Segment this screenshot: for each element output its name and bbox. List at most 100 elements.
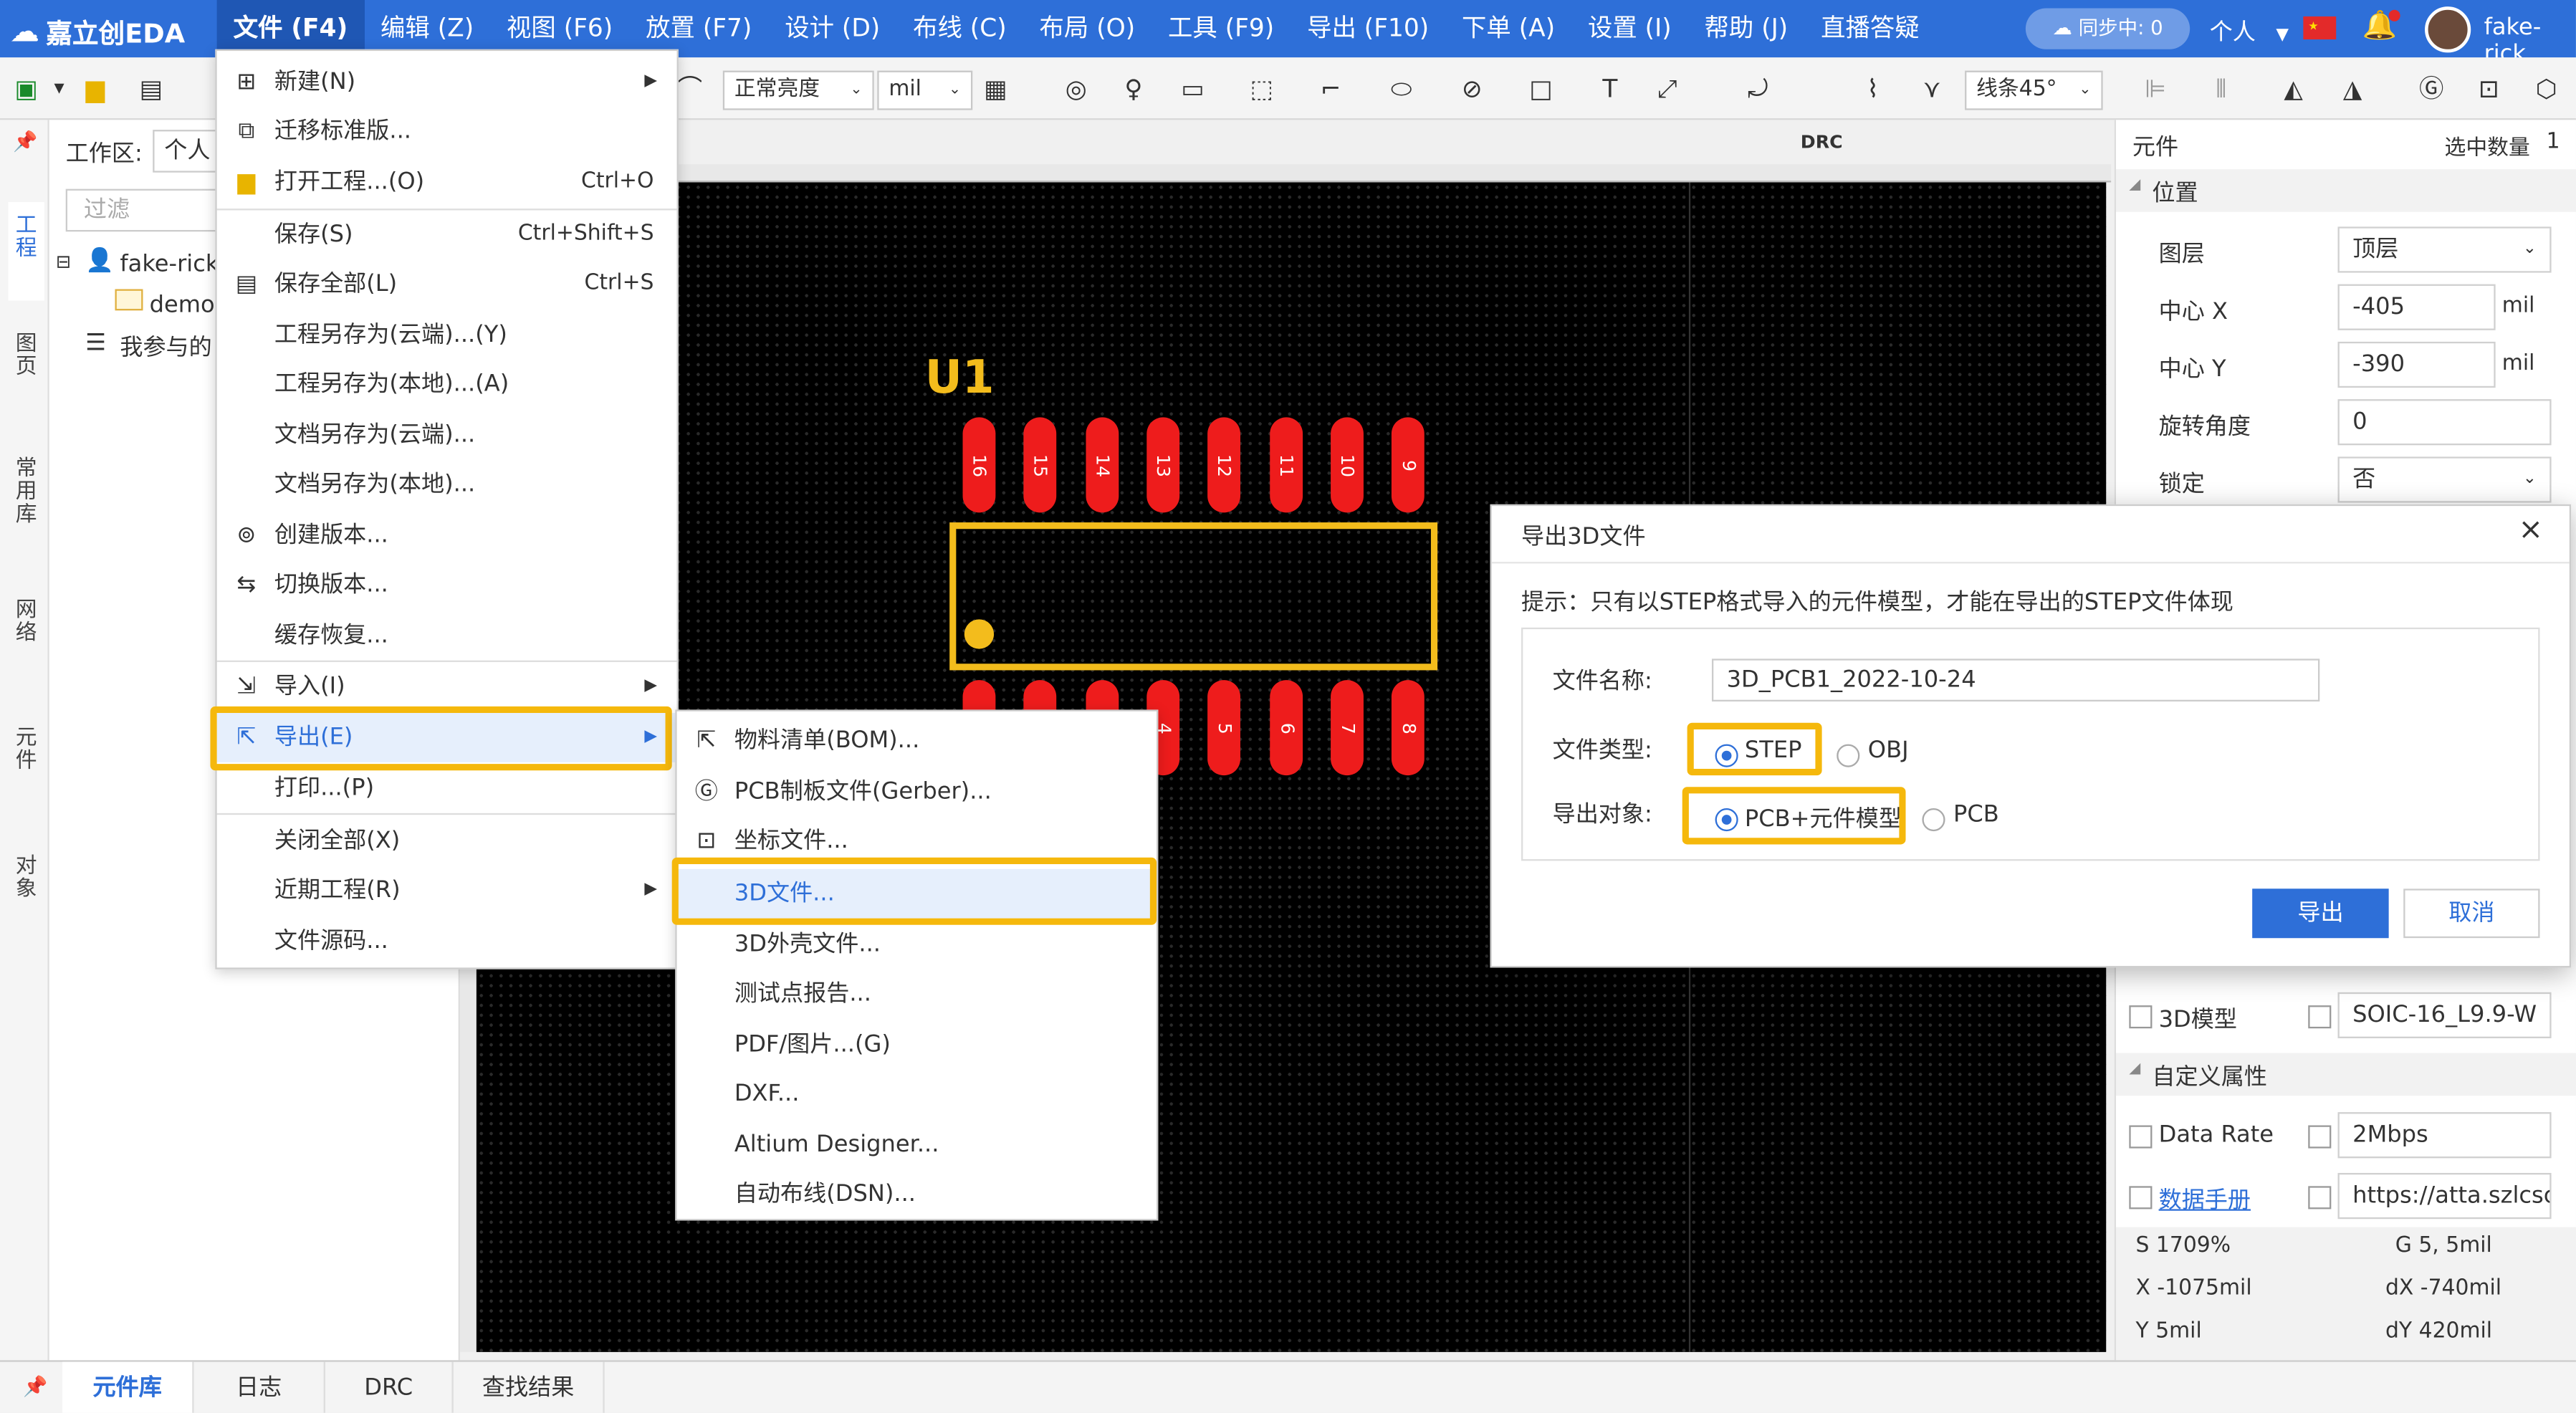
route-icon[interactable]: ⌇ (1857, 72, 1890, 105)
pad-10[interactable]: 10 (1331, 417, 1364, 513)
menu-item-create-version[interactable]: ⊚ 创建版本... (217, 511, 677, 560)
sync-badge[interactable]: ☁ 同步中: 0 (2025, 8, 2190, 49)
file-name-input[interactable]: 3D_PCB1_2022-10-24 (1711, 658, 2320, 701)
new-project-icon[interactable]: ▣ (10, 72, 43, 105)
tab-pages[interactable]: 图页 (8, 332, 44, 406)
camera-icon[interactable]: ⊡ (2473, 72, 2506, 105)
menu-item-close-all[interactable]: 关闭全部(X) (217, 816, 677, 866)
menu-item-testpoint[interactable]: 测试点报告... (677, 969, 1157, 1019)
section-position[interactable]: ◢ 位置 (2115, 169, 2576, 212)
tab-net[interactable]: 网络 (8, 599, 44, 656)
collapse-icon[interactable]: ⊟ (56, 252, 71, 273)
radio-obj[interactable] (1837, 744, 1860, 767)
menu-item-cache-restore[interactable]: 缓存恢复... (217, 611, 677, 661)
line-mode-select[interactable]: 线条45° ⌄ (1965, 70, 2103, 110)
3d-model-show-checkbox[interactable] (2308, 1005, 2332, 1029)
folder-icon[interactable]: ▆ (79, 72, 112, 105)
flag-cn-icon[interactable]: ★ (2303, 16, 2337, 40)
center-y-input[interactable]: -390 (2337, 341, 2496, 388)
cancel-button[interactable]: 取消 (2403, 888, 2540, 939)
unit-select[interactable]: mil ⌄ (877, 70, 973, 110)
menu-item-dxf[interactable]: DXF... (677, 1070, 1157, 1119)
pad-12[interactable]: 12 (1207, 417, 1240, 513)
tab-component[interactable]: 元件 (8, 727, 44, 784)
menu-tools[interactable]: 工具 (F9) (1151, 0, 1291, 57)
via-icon[interactable]: ◎ (1060, 72, 1093, 105)
pad-16[interactable]: 16 (962, 417, 996, 513)
tab-object[interactable]: 对象 (8, 855, 44, 911)
menu-item-migrate[interactable]: ⧉ 迁移标准版... (217, 107, 677, 156)
menu-item-save-all[interactable]: ▤ 保存全部(L) Ctrl+S (217, 259, 677, 309)
datasheet-input[interactable]: https://atta.szlcsc. (2337, 1172, 2552, 1220)
data-rate-show-checkbox[interactable] (2308, 1125, 2332, 1149)
menu-item-switch-version[interactable]: ⇆ 切换版本... (217, 560, 677, 610)
chevron-down-icon[interactable]: ▼ (43, 72, 76, 105)
menu-live[interactable]: 直播答疑 (1804, 0, 1935, 57)
menu-item-open[interactable]: ▆ 打开工程...(O) Ctrl+O (217, 158, 677, 207)
menu-design[interactable]: 设计 (D) (768, 0, 896, 57)
flip-icon[interactable]: ◮ (2336, 72, 2369, 105)
menu-item-save[interactable]: 保存(S) Ctrl+Shift+S (217, 210, 677, 259)
menu-item-save-project-local[interactable]: 工程另存为(本地)...(A) (217, 360, 677, 409)
section-custom[interactable]: ◢ 自定义属性 (2115, 1053, 2576, 1096)
rotation-input[interactable]: 0 (2337, 399, 2552, 446)
angle-route-icon[interactable]: ⋎ (1915, 72, 1948, 105)
menu-order[interactable]: 下单 (A) (1445, 0, 1571, 57)
close-icon[interactable]: × (2518, 512, 2543, 547)
data-rate-checkbox[interactable] (2129, 1125, 2153, 1149)
tab-drc[interactable]: DRC (325, 1361, 454, 1413)
menu-item-source[interactable]: 文件源码... (217, 916, 677, 966)
menu-item-pdf[interactable]: PDF/图片...(G) (677, 1020, 1157, 1070)
pad-11[interactable]: 11 (1270, 417, 1303, 513)
distribute-icon[interactable]: ⫴ (2205, 72, 2238, 105)
datasheet-link[interactable]: 数据手册 (2159, 1183, 2251, 1216)
component-outline[interactable] (949, 522, 1438, 671)
datasheet-checkbox[interactable] (2129, 1186, 2153, 1210)
text-icon[interactable]: T (1594, 72, 1627, 105)
menu-item-gerber[interactable]: Ⓖ PCB制板文件(Gerber)... (677, 767, 1157, 817)
pad-5[interactable]: 5 (1207, 680, 1240, 776)
save-icon[interactable]: ▤ (135, 72, 168, 105)
pin-icon[interactable]: 📌 (23, 1375, 47, 1398)
menu-item-import[interactable]: ⇲ 导入(I) ▶ (217, 662, 677, 712)
square-icon[interactable]: □ (1525, 72, 1558, 105)
layer-select[interactable]: 顶层 ⌄ (2337, 226, 2552, 273)
rect-select-icon[interactable]: ▭ (1177, 72, 1210, 105)
menu-item-altium[interactable]: Altium Designer... (677, 1121, 1157, 1170)
radio-pcb[interactable] (1922, 808, 1945, 832)
dash-select-icon[interactable]: ⬚ (1245, 72, 1278, 105)
menu-item-bom[interactable]: ⇱ 物料清单(BOM)... (677, 717, 1157, 766)
pad-14[interactable]: 14 (1086, 417, 1119, 513)
ellipse-icon[interactable]: ⬭ (1385, 72, 1418, 105)
pad-15[interactable]: 15 (1023, 417, 1057, 513)
menu-item-recent[interactable]: 近期工程(R) ▶ (217, 866, 677, 915)
gerber-icon[interactable]: Ⓖ (2415, 72, 2448, 105)
pin-probe-icon[interactable]: ♀ (1117, 72, 1150, 105)
menu-item-new[interactable]: ⊞ 新建(N) ▶ (217, 57, 677, 107)
menu-layout[interactable]: 布局 (O) (1023, 0, 1151, 57)
menu-item-dsn[interactable]: 自动布线(DSN)... (677, 1169, 1157, 1219)
radio-obj-label[interactable]: OBJ (1868, 737, 1909, 764)
tree-joined[interactable]: 我参与的 (120, 330, 211, 363)
pin-icon[interactable]: 📌 (13, 130, 37, 153)
mirror-icon[interactable]: ◭ (2277, 72, 2310, 105)
polygon-icon[interactable]: ⌐ (1314, 72, 1347, 105)
tab-log[interactable]: 日志 (194, 1361, 325, 1413)
avatar[interactable] (2425, 6, 2471, 53)
designator-u1[interactable]: U1 (925, 350, 995, 404)
forbidden-icon[interactable]: ⊘ (1455, 72, 1488, 105)
pad-6[interactable]: 6 (1270, 680, 1303, 776)
redraw-icon[interactable]: ⤾ (1741, 72, 1774, 105)
export-button[interactable]: 导出 (2252, 888, 2389, 939)
tree-folder[interactable]: demo (150, 292, 215, 319)
tab-common-lib[interactable]: 常用库 (8, 458, 44, 541)
tab-search-results[interactable]: 查找结果 (454, 1361, 605, 1413)
3d-model-checkbox[interactable] (2129, 1005, 2153, 1029)
3d-view-icon[interactable]: ⬡ (2530, 72, 2563, 105)
menu-item-save-project-cloud[interactable]: 工程另存为(云端)...(Y) (217, 310, 677, 360)
radio-pcb-label[interactable]: PCB (1953, 802, 1999, 828)
lock-select[interactable]: 否 ⌄ (2337, 456, 2552, 503)
pad-7[interactable]: 7 (1331, 680, 1364, 776)
menu-item-3d-shell[interactable]: 3D外壳文件... (677, 920, 1157, 969)
menu-item-print[interactable]: 打印...(P) (217, 764, 677, 813)
